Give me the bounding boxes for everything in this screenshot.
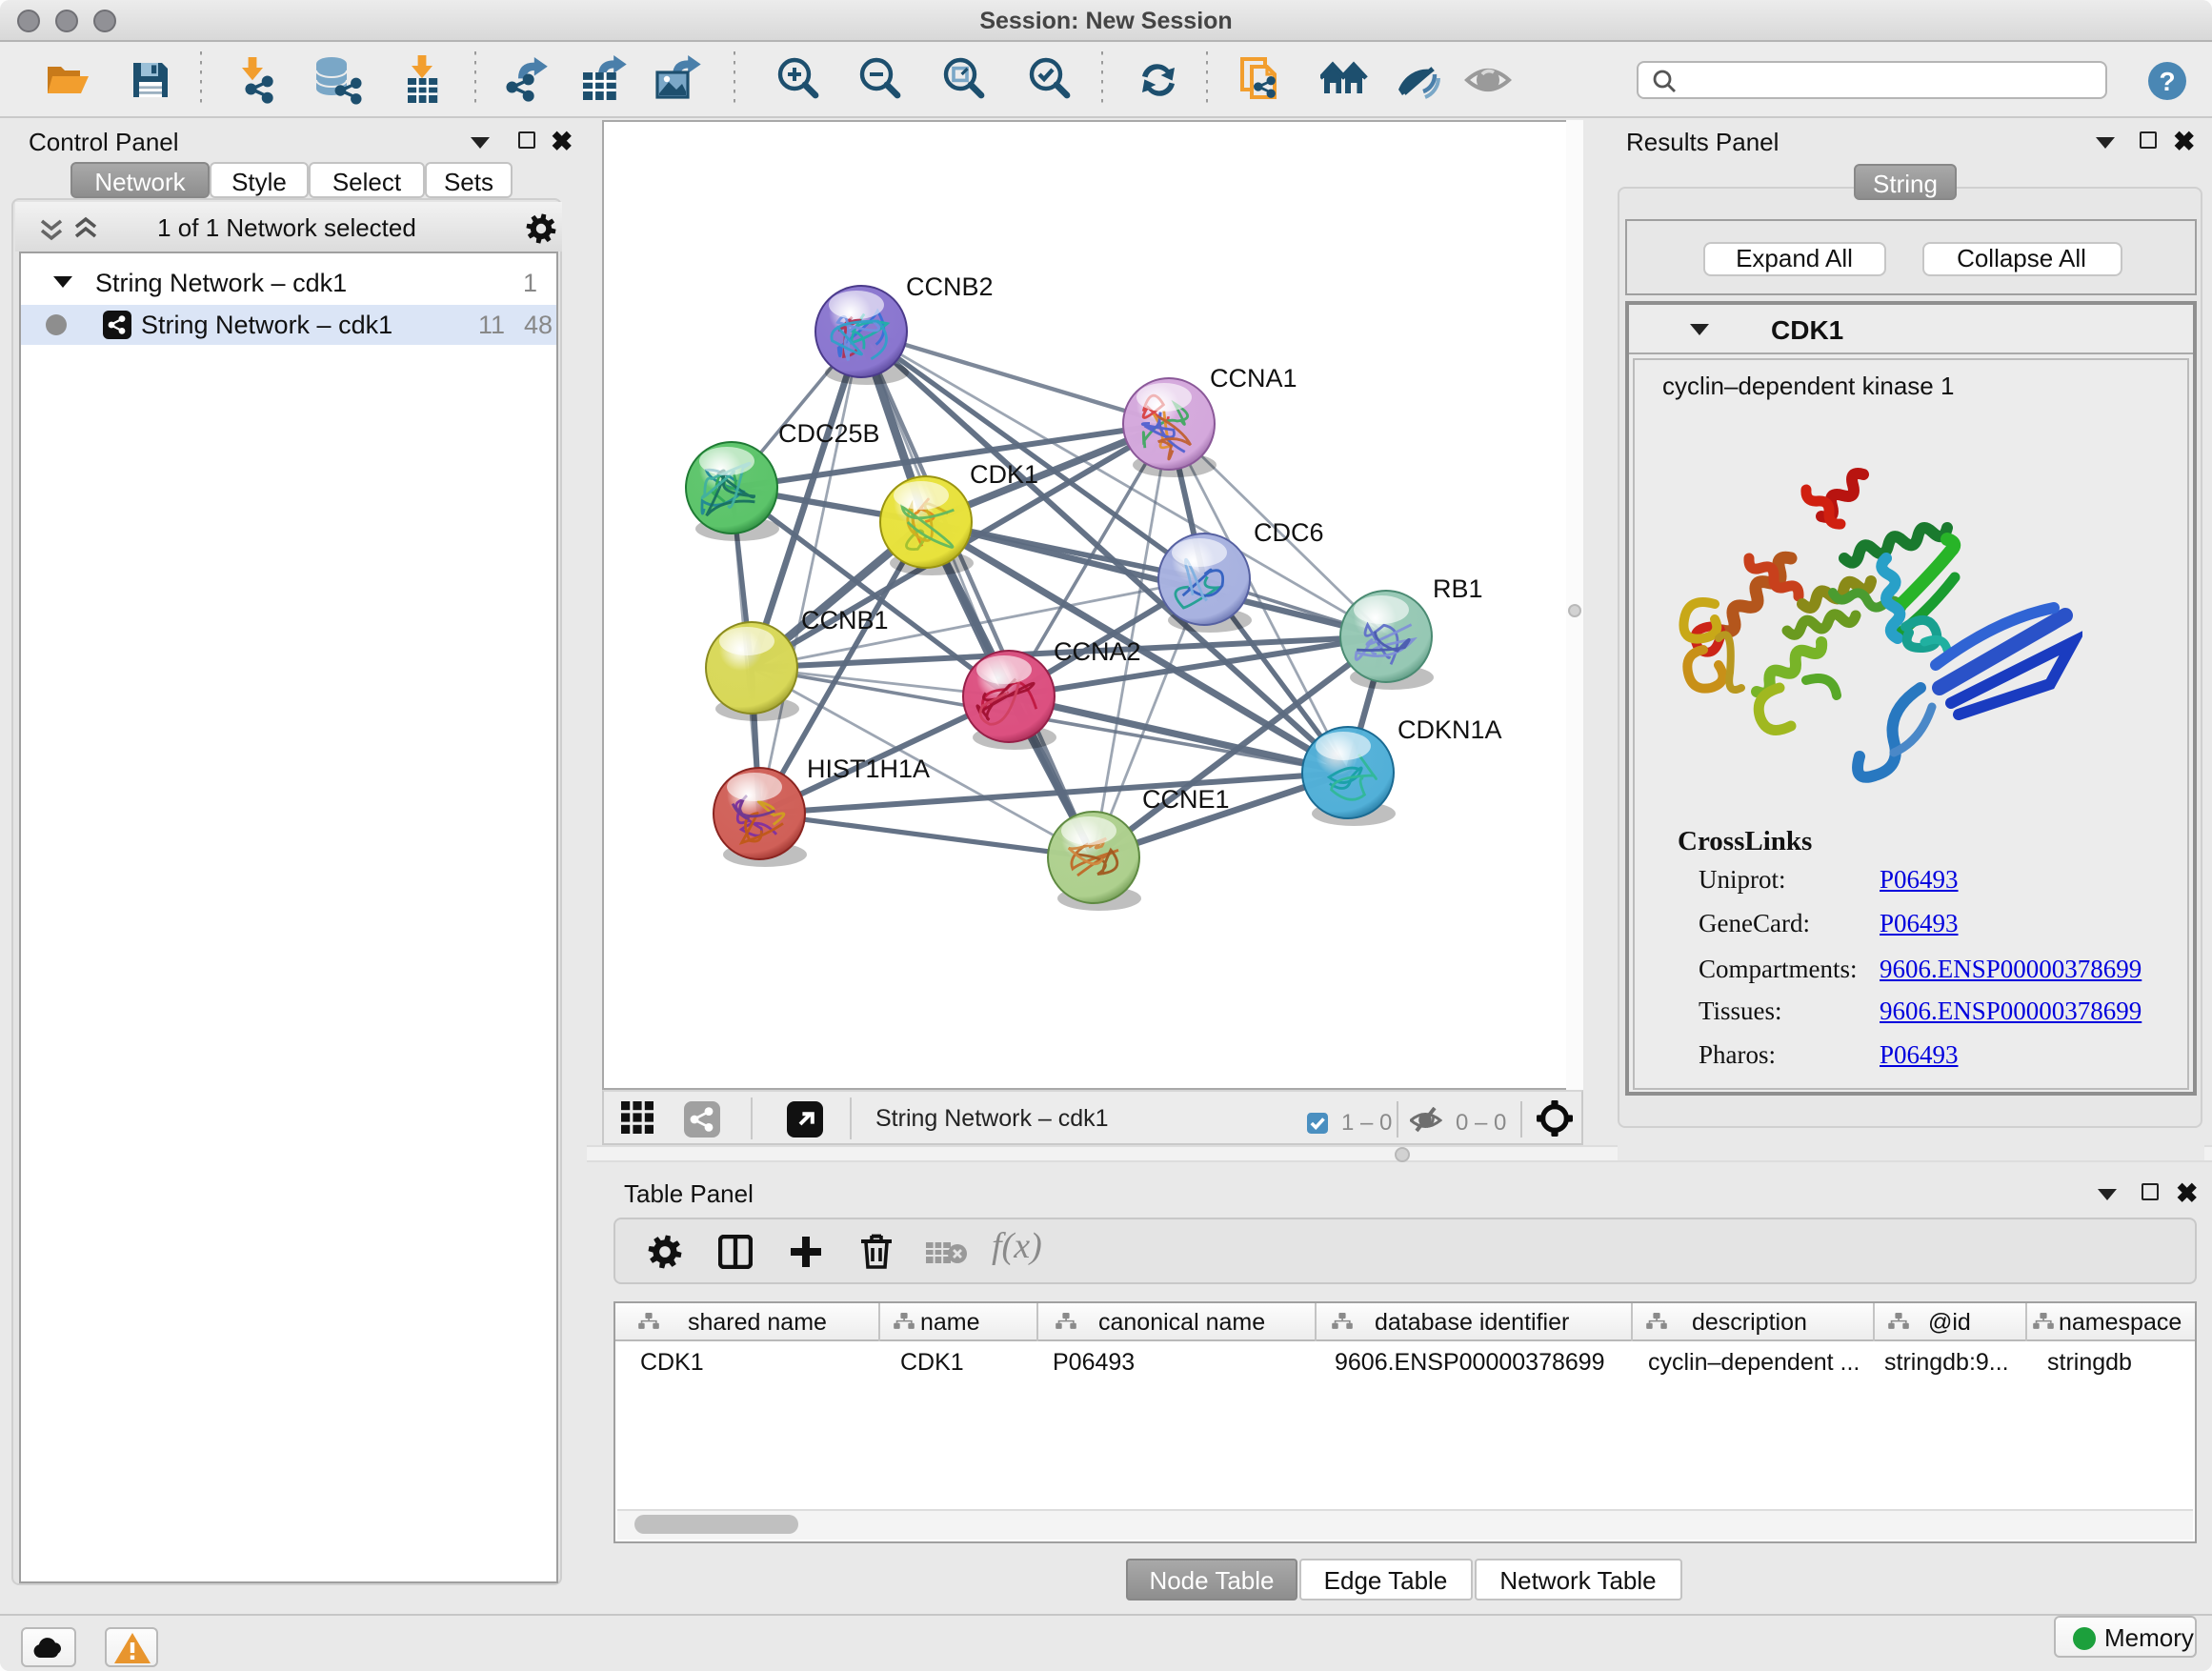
svg-text:RB1: RB1 <box>1432 574 1482 603</box>
svg-text:CDK1: CDK1 <box>969 460 1037 489</box>
svg-text:CDKN1A: CDKN1A <box>1397 715 1501 744</box>
svg-text:CCNA1: CCNA1 <box>1209 364 1297 393</box>
svg-text:CCNB2: CCNB2 <box>905 272 993 301</box>
svg-text:HIST1H1A: HIST1H1A <box>806 755 929 783</box>
svg-text:CDC6: CDC6 <box>1253 518 1323 547</box>
svg-text:CCNB1: CCNB1 <box>800 606 888 634</box>
svg-text:CCNE1: CCNE1 <box>1141 785 1229 814</box>
svg-text:?: ? <box>2159 67 2175 96</box>
svg-text:CCNA2: CCNA2 <box>1053 637 1140 666</box>
svg-text:CDC25B: CDC25B <box>777 419 879 448</box>
